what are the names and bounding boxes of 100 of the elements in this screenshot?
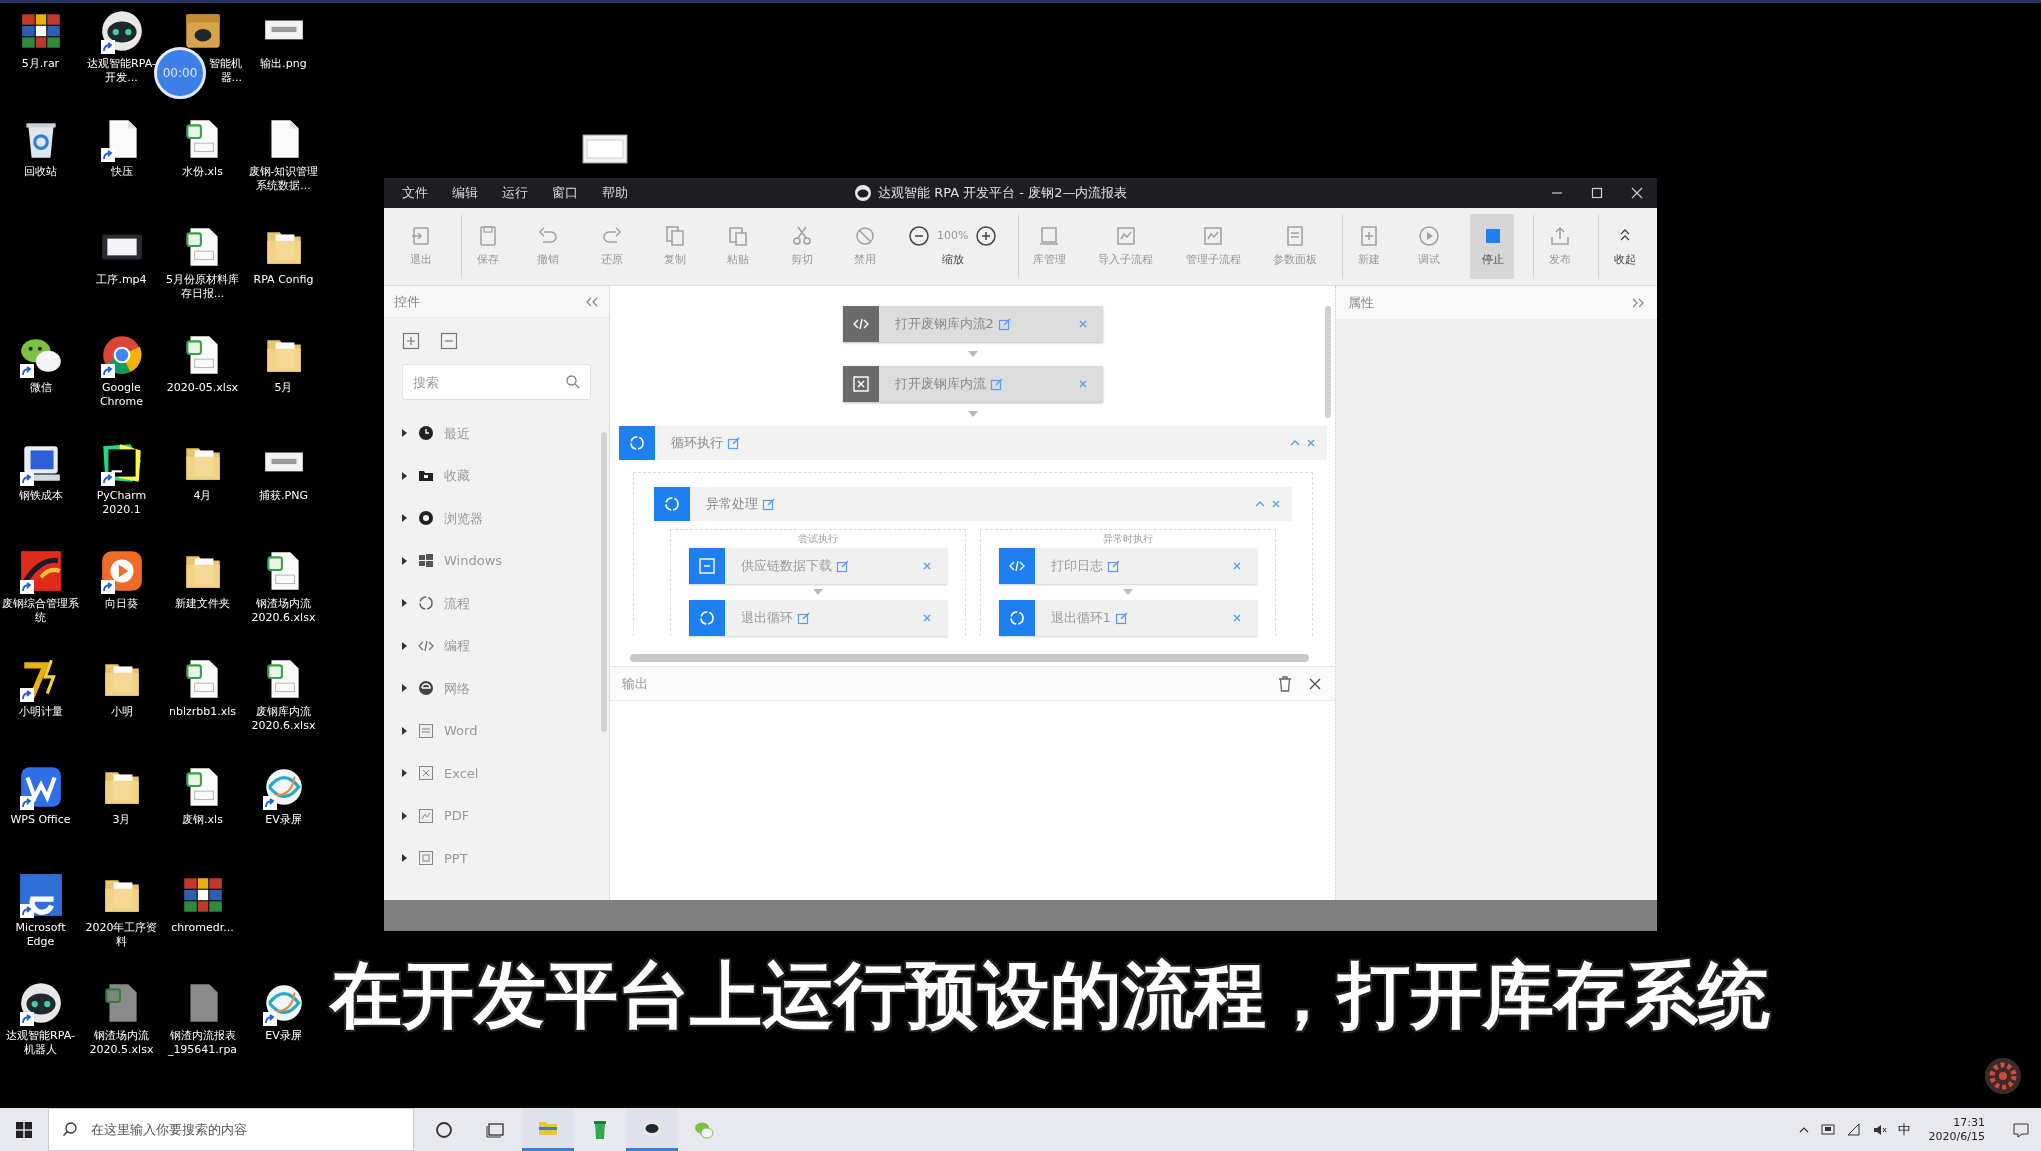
menu-item[interactable]: 文件 [394, 178, 436, 208]
file-name: 新建文件夹 [175, 597, 230, 611]
monitor-icon[interactable] [1819, 1121, 1836, 1138]
caret-icon[interactable] [400, 513, 408, 524]
zoom-level: 100% [937, 228, 969, 244]
toolbar-button[interactable]: 停止 [1470, 214, 1515, 279]
gear-icon[interactable] [1983, 1056, 2023, 1096]
panel-title: 输出 [622, 674, 648, 693]
caret-icon[interactable] [400, 683, 408, 694]
tree-item[interactable]: Excel [444, 763, 479, 783]
menu-item[interactable]: 编辑 [444, 178, 486, 208]
window-title: 达观智能 RPA 开发平台 - 废钢2—内流报表 [878, 184, 1128, 203]
caret-icon[interactable] [400, 640, 408, 651]
down-arrow-icon [966, 410, 979, 418]
menu-item[interactable]: 运行 [494, 178, 536, 208]
file-name: 5月 [274, 381, 293, 395]
tree-item[interactable]: 浏览器 [444, 508, 483, 528]
tree-item[interactable]: PDF [444, 806, 470, 826]
trash-icon[interactable] [1277, 674, 1293, 693]
caret-icon[interactable] [400, 555, 408, 566]
menu-item[interactable]: 窗口 [544, 178, 586, 208]
search-icon[interactable] [62, 1121, 78, 1137]
browser-icon [418, 510, 434, 527]
file-name: 智能机器... [208, 57, 242, 85]
caret-icon[interactable] [400, 470, 408, 481]
excel-file-icon [418, 765, 434, 782]
file-name: Microsoft Edge [14, 921, 67, 949]
file-name: 快压 [110, 165, 133, 179]
file-name: 向日葵 [105, 597, 138, 611]
file-name: chromedr... [171, 921, 234, 935]
zoom-out-icon[interactable] [907, 224, 931, 249]
search-field[interactable]: 搜索 [402, 364, 591, 400]
caret-icon[interactable] [400, 725, 408, 736]
window-thumbnail-icon [582, 134, 628, 164]
windows-logo-icon [418, 552, 434, 569]
caret-icon[interactable] [400, 853, 408, 864]
file-name: WPS Office [10, 813, 71, 827]
collapse-all-icon[interactable] [440, 332, 458, 350]
taskbar-search-field[interactable]: 在这里输入你要搜索的内容 [48, 1108, 414, 1151]
tree-item[interactable]: 网络 [444, 678, 470, 698]
file-name: 钢渣场内流 2020.5.xlsx [88, 1029, 155, 1057]
file-name: Google Chrome [98, 381, 145, 409]
file-name: 废钢库内流 2020.6.xlsx [250, 705, 317, 733]
zoom-in-icon[interactable] [974, 224, 999, 249]
file-name: PyCharm 2020.1 [95, 489, 148, 517]
network-icon[interactable] [1845, 1121, 1862, 1138]
tree-item[interactable]: Windows [444, 551, 503, 571]
file-name: 2020年工序资料 [84, 921, 159, 949]
clock-icon [418, 425, 434, 442]
ppt-file-icon [418, 850, 434, 867]
expand-right-icon[interactable] [1631, 296, 1645, 309]
file-name: 废钢综合管理系统 [1, 597, 80, 625]
container-label: 异常处理 [705, 495, 758, 514]
tree-item[interactable]: 流程 [444, 593, 470, 613]
vertical-scrollbar[interactable] [1325, 306, 1331, 418]
collapse-left-icon[interactable] [585, 295, 599, 308]
panel-title: 控件 [394, 292, 420, 311]
scrollbar[interactable] [601, 432, 607, 732]
branch-title: 尝试执行 [797, 532, 838, 546]
spreadsheet-icon [850, 374, 871, 394]
file-name: 钢渣内流报表_195641.rpa [166, 1029, 239, 1057]
clock-time[interactable]: 17:31 [1953, 1115, 1985, 1130]
step-label: 打开废钢库内流 [894, 375, 986, 394]
taskbar-app[interactable] [626, 1108, 678, 1151]
caret-icon[interactable] [400, 810, 408, 821]
menu-item[interactable]: 帮助 [594, 178, 636, 208]
cycle-icon [418, 595, 434, 612]
file-name: 5月份原材料库存日报... [165, 273, 240, 301]
file-name: RPA Config [253, 273, 314, 287]
step-label: 退出循环1 [1050, 609, 1111, 628]
subtitle: 在开发平台上运行预设的流程，打开库存系统 [330, 955, 1770, 1035]
down-arrow-icon [966, 350, 979, 358]
caret-icon[interactable] [400, 768, 408, 779]
file-name: 微信 [29, 381, 52, 395]
caret-icon[interactable] [400, 428, 408, 439]
tree-item[interactable]: PPT [444, 848, 468, 868]
tree-item[interactable]: 最近 [444, 423, 470, 443]
toolbar-label: 缩放 [941, 252, 964, 269]
tree-item[interactable]: 编程 [444, 636, 470, 656]
step-label: 退出循环 [740, 609, 793, 628]
file-name: 达观智能RPA-机器人 [5, 1029, 76, 1057]
step-label: 打开废钢库内流2 [894, 315, 994, 334]
file-name: 捕获.PNG [259, 489, 308, 503]
windows-logo-icon[interactable] [16, 1121, 32, 1138]
branch-title: 异常时执行 [1102, 532, 1153, 546]
caret-icon[interactable] [400, 598, 408, 609]
file-name: 2020-05.xlsx [166, 381, 239, 395]
step-label: 打印日志 [1050, 557, 1103, 576]
step-label: 供应链数据下载 [740, 557, 832, 576]
file-name: nblzrbb1.xls [168, 705, 237, 719]
file-name: 输出.png [260, 57, 307, 71]
horizontal-scrollbar[interactable] [630, 654, 1309, 662]
toolbar-button[interactable]: 收起 [1597, 214, 1643, 279]
down-arrow-icon [811, 588, 824, 596]
tree-item[interactable]: 收藏 [444, 466, 470, 486]
clock-date[interactable]: 2020/6/15 [1928, 1129, 1985, 1144]
input-method-indicator[interactable]: 中 [1897, 1119, 1911, 1140]
expand-all-icon[interactable] [402, 332, 420, 350]
edge-logo-icon[interactable] [17, 872, 64, 918]
tree-item[interactable]: Word [444, 721, 478, 741]
